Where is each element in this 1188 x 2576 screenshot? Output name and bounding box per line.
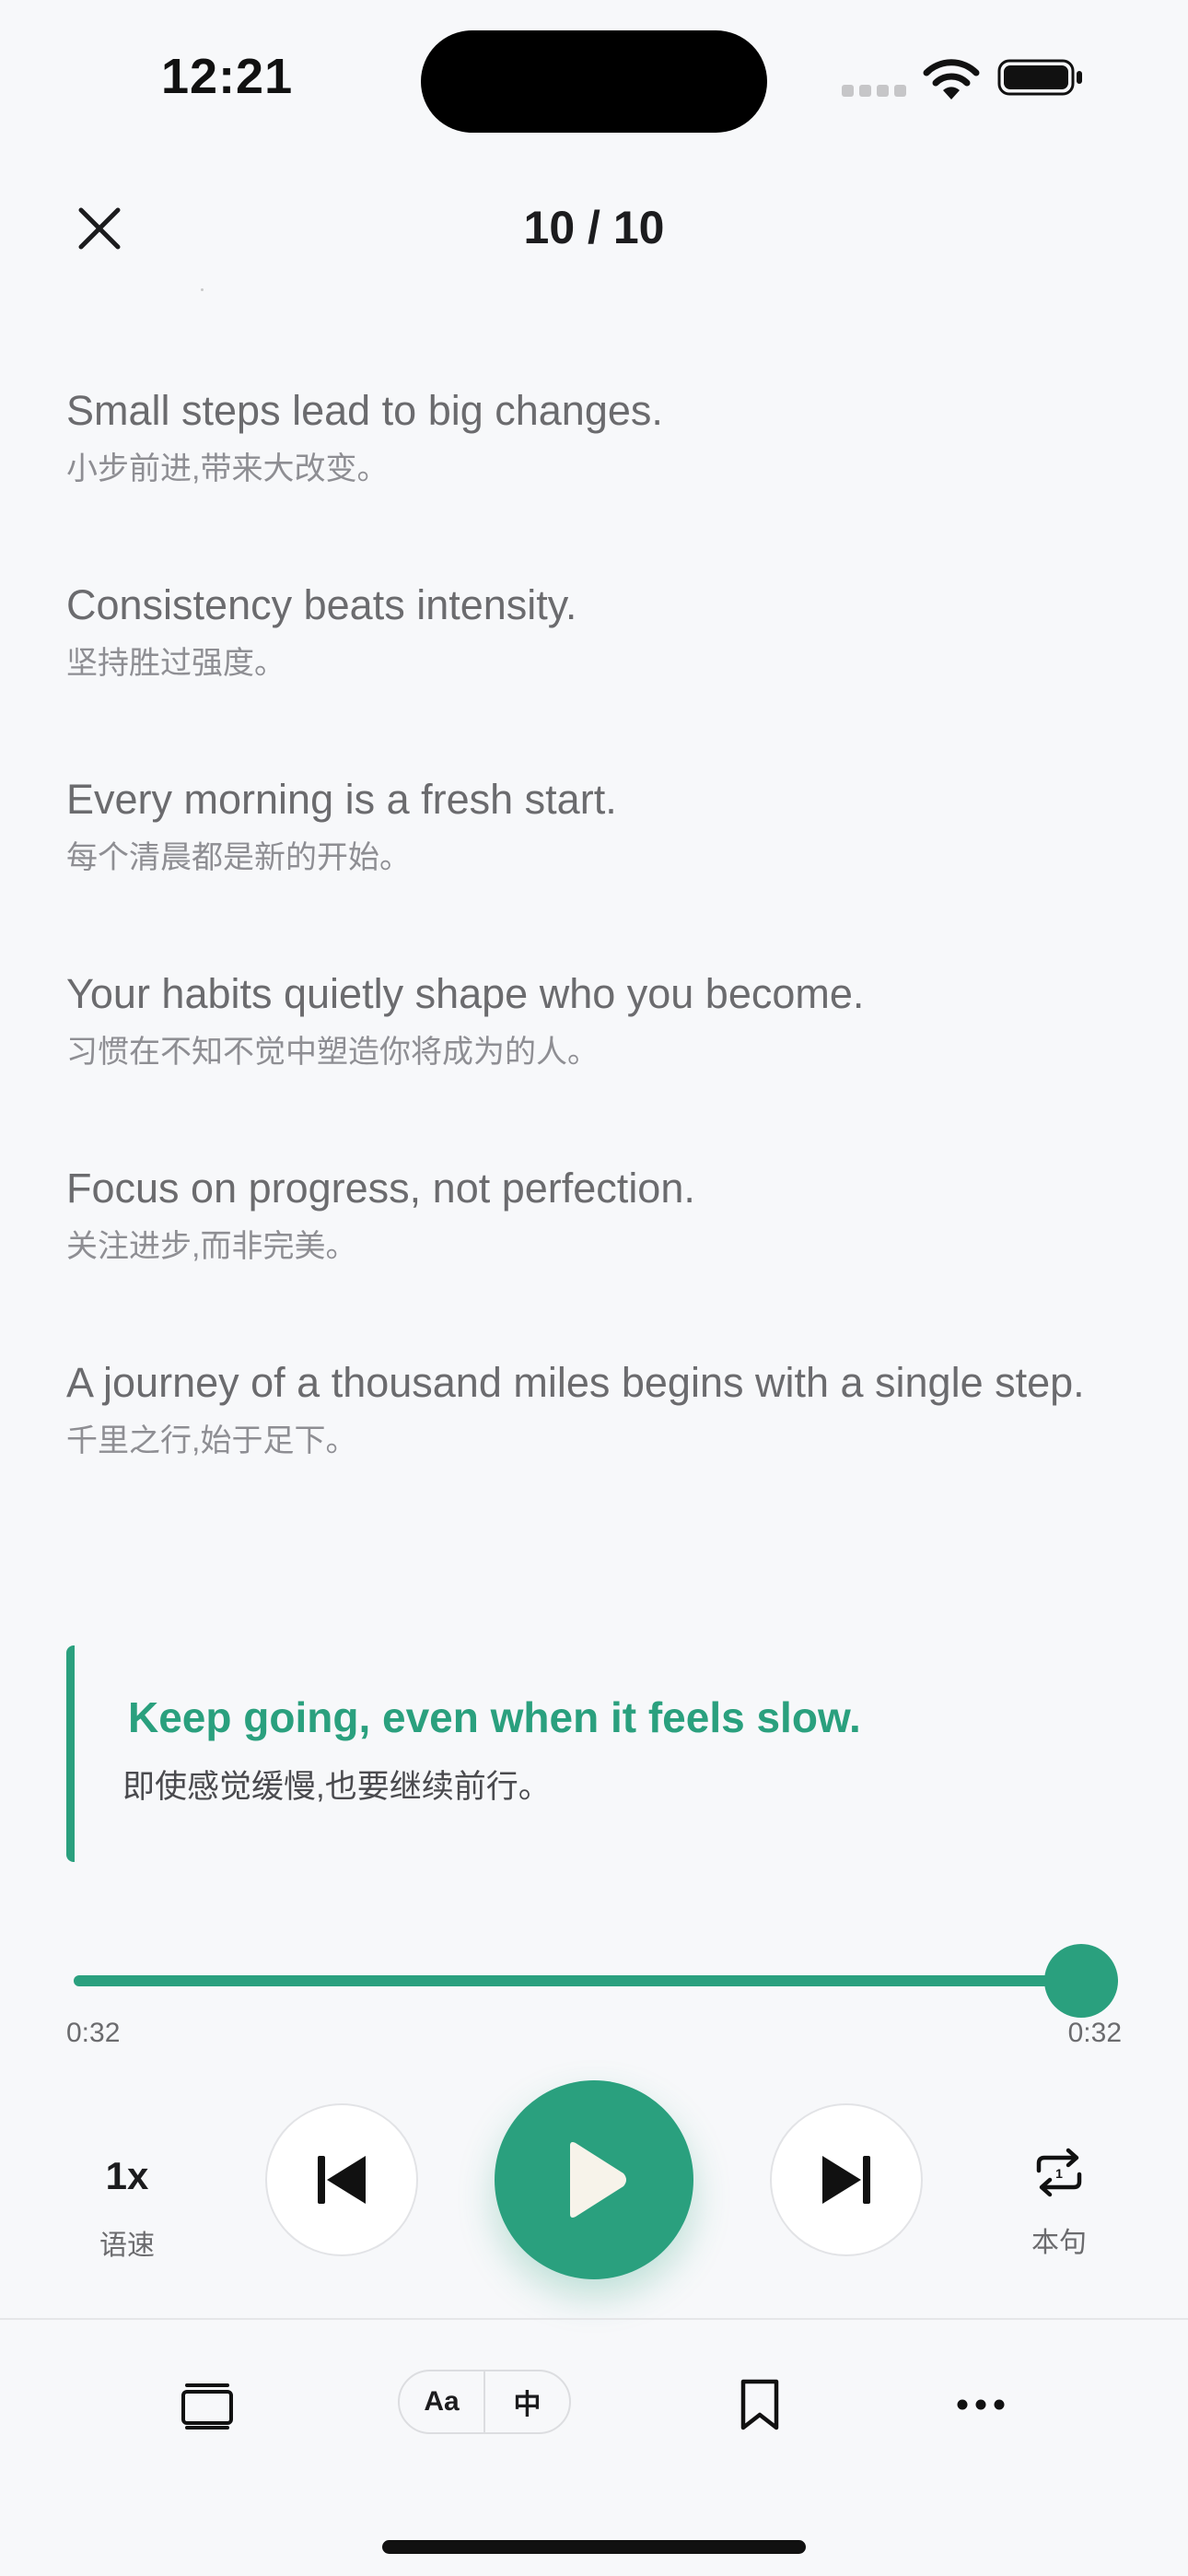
sentence-english: Focus on progress, not perfection. [66, 1165, 695, 1212]
status-time: 12:21 [161, 49, 294, 104]
wifi-icon [923, 59, 980, 100]
skip-previous-icon [318, 2156, 366, 2204]
sentence-translation: 小步前进,带来大改变。 [66, 451, 389, 486]
sentence-item[interactable]: Every morning is a fresh start. 每个清晨都是新的… [66, 765, 1125, 880]
battery-icon [997, 59, 1082, 96]
more-options-button[interactable] [949, 2372, 1013, 2437]
sentence-item[interactable]: Focus on progress, not perfection. 关注进步,… [66, 1153, 1125, 1269]
progress-slider[interactable] [74, 1944, 1118, 2018]
font-size-toggle[interactable]: Aa [400, 2371, 483, 2432]
speed-value: 1x [105, 2154, 149, 2197]
sentence-english: A journey of a thousand miles begins wit… [66, 1359, 1085, 1406]
home-indicator [382, 2540, 806, 2554]
active-sentence-card[interactable]: Keep going, even when it feels slow. 即使感… [66, 1645, 1125, 1862]
sentence-translation: 习惯在不知不觉中塑造你将成为的人。 [66, 1035, 599, 1070]
skip-next-icon [822, 2156, 870, 2204]
active-sentence-english: Keep going, even when it feels slow. [128, 1693, 861, 1741]
sentence-cards-button[interactable] [175, 2372, 239, 2437]
previous-sentence-button[interactable] [265, 2103, 418, 2256]
sentence-item[interactable]: Consistency beats intensity. 坚持胜过强度。 [66, 570, 1125, 685]
total-duration: 0:32 [1067, 2018, 1122, 2048]
cellular-signal-icon [842, 85, 906, 97]
speed-label: 语速 [99, 2231, 155, 2261]
cards-stack-icon [181, 2383, 233, 2430]
elapsed-time: 0:32 [66, 2018, 121, 2048]
more-horizontal-icon [957, 2399, 1005, 2410]
progress-fill [74, 1975, 1118, 1986]
progress-thumb[interactable] [1044, 1944, 1118, 2018]
sentence-item[interactable]: A journey of a thousand miles begins wit… [66, 1348, 1125, 1463]
play-icon [570, 2142, 626, 2218]
sentence-english: Every morning is a fresh start. [66, 776, 617, 823]
sentence-translation: 千里之行,始于足下。 [66, 1423, 357, 1458]
active-sentence-translation: 即使感觉缓慢,也要继续前行。 [122, 1769, 551, 1805]
sentence-english: Small steps lead to big changes. [66, 387, 663, 434]
speed-button[interactable]: 1x 语速 [81, 2154, 173, 2263]
sentence-list[interactable]: Small steps lead to big changes. 小步前进,带来… [66, 376, 1125, 1542]
next-sentence-button[interactable] [770, 2103, 923, 2256]
bookmark-button[interactable] [728, 2372, 792, 2437]
sentence-item[interactable]: Your habits quietly shape who you become… [66, 959, 1125, 1074]
sentence-item[interactable]: Small steps lead to big changes. 小步前进,带来… [66, 376, 1125, 491]
page-counter: 10 / 10 [523, 202, 665, 253]
sentence-english: Consistency beats intensity. [66, 581, 577, 628]
sentence-translation: 每个清晨都是新的开始。 [66, 840, 411, 875]
sentence-translation: 坚持胜过强度。 [66, 646, 285, 681]
status-bar: 12:21 [0, 0, 1188, 147]
svg-text:1: 1 [1055, 2166, 1063, 2181]
scroll-remnant [201, 288, 204, 291]
sentence-translation: 关注进步,而非完美。 [66, 1229, 357, 1264]
bookmark-icon [740, 2379, 779, 2430]
dynamic-island [421, 30, 767, 133]
repeat-one-icon: 1 [1036, 2148, 1082, 2197]
toolbar-divider [0, 2318, 1188, 2320]
chinese-translation-toggle[interactable]: 中 [485, 2371, 569, 2432]
repeat-sentence-button[interactable]: 1 本句 [1013, 2147, 1105, 2260]
play-button[interactable] [495, 2080, 693, 2279]
sentence-english: Your habits quietly shape who you become… [66, 970, 865, 1017]
display-mode-toggle[interactable]: Aa 中 [398, 2370, 571, 2434]
repeat-label: 本句 [1031, 2228, 1087, 2258]
